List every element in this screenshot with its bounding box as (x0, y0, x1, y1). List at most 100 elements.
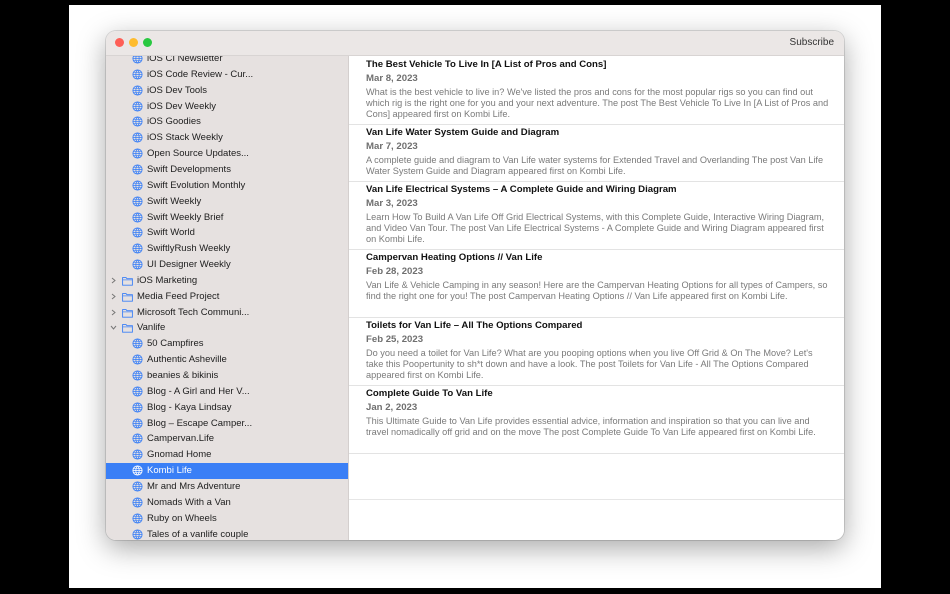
sidebar-feed-label: UI Designer Weekly (147, 259, 231, 271)
sidebar-feed-label: Swift Developments (147, 163, 231, 175)
sidebar-feed[interactable]: iOS Stack Weekly (106, 130, 348, 146)
list-divider (349, 499, 844, 500)
globe-icon (132, 417, 143, 429)
sidebar-feed[interactable]: Swift Weekly (106, 194, 348, 210)
article-summary: Van Life & Vehicle Camping in any season… (366, 280, 828, 301)
sidebar-feed-label: 50 Campfires (147, 338, 204, 350)
globe-icon (132, 481, 143, 492)
sidebar-feed[interactable]: iOS Code Review - Cur... (106, 67, 348, 83)
sidebar-feed[interactable]: Nomads With a Van (106, 495, 348, 511)
article-item[interactable]: Complete Guide To Van Life Jan 2, 2023 Thi… (349, 385, 844, 454)
article-item[interactable]: Van Life Water System Guide and Diagram M… (349, 124, 844, 182)
sidebar-feed[interactable]: iOS Goodies (106, 114, 348, 130)
article-item[interactable]: Campervan Heating Options // Van Life Feb… (349, 249, 844, 318)
chevron-right-icon[interactable] (109, 292, 118, 301)
sidebar-feed-label: Tales of a vanlife couple (147, 528, 249, 540)
sidebar-feed[interactable]: Tales of a vanlife couple (106, 527, 348, 541)
sidebar-feed-label: Swift Weekly (147, 195, 202, 207)
sidebar-folder[interactable]: Media Feed Project (106, 289, 348, 305)
close-window-button[interactable] (115, 38, 124, 47)
article-date: Mar 7, 2023 (366, 141, 418, 152)
zoom-window-button[interactable] (143, 38, 152, 47)
article-item[interactable]: The Best Vehicle To Live In [A List of P… (349, 56, 844, 125)
article-title: Van Life Water System Guide and Diagram (366, 127, 560, 138)
folder-icon (122, 308, 133, 318)
globe-icon (132, 338, 143, 349)
sidebar-folder[interactable]: Microsoft Tech Communi... (106, 305, 348, 321)
sidebar-folder-label: Vanlife (137, 322, 166, 334)
article-summary: This Ultimate Guide to Van Life provides… (366, 416, 816, 437)
globe-icon (132, 180, 143, 191)
article-date: Feb 28, 2023 (366, 266, 424, 277)
sidebar-feed[interactable]: beanies & bikinis (106, 368, 348, 384)
globe-icon (132, 354, 143, 365)
sidebar-folder-label: iOS Marketing (137, 274, 198, 286)
article-item[interactable]: Toilets for Van Life – All The Options C… (349, 317, 844, 386)
sidebar-folder[interactable]: iOS Marketing (106, 273, 348, 289)
sidebar-feed-label: iOS CI Newsletter (147, 56, 223, 64)
sidebar-feed[interactable]: iOS Dev Tools (106, 83, 348, 99)
article-date: Mar 3, 2023 (366, 198, 418, 209)
sidebar-feed[interactable]: Gnomad Home (106, 447, 348, 463)
sidebar-feed-label: Authentic Asheville (147, 354, 227, 366)
sidebar-feed[interactable]: Swift World (106, 225, 348, 241)
folder-icon (122, 292, 133, 302)
sidebar-feed-label: Swift Evolution Monthly (147, 179, 246, 191)
sidebar-feed[interactable]: Campervan.Life (106, 431, 348, 447)
sidebar-feed-label: Swift World (147, 227, 195, 239)
sidebar-feed-label: Ruby on Wheels (147, 512, 217, 524)
sidebar-feed-label: Open Source Updates... (147, 148, 249, 160)
chevron-right-icon[interactable] (109, 308, 118, 317)
sidebar-folder-label: Media Feed Project (137, 290, 220, 302)
sidebar-feed[interactable]: Swift Weekly Brief (106, 210, 348, 226)
sidebar-feed-label: SwiftlyRush Weekly (147, 243, 231, 255)
sidebar-feed[interactable]: Authentic Asheville (106, 352, 348, 368)
sidebar-feed[interactable]: iOS Dev Weekly (106, 99, 348, 115)
sidebar-feed[interactable]: 50 Campfires (106, 336, 348, 352)
sidebar-feed-label: iOS Stack Weekly (147, 132, 223, 144)
sidebar-feed[interactable]: Blog – Escape Camper... (106, 416, 348, 432)
globe-icon (132, 116, 143, 127)
sidebar-feed[interactable]: SwiftlyRush Weekly (106, 241, 348, 257)
sidebar-feed-label: Campervan.Life (147, 433, 215, 445)
article-summary: Learn How To Build A Van Life Off Grid E… (366, 212, 825, 244)
globe-icon (132, 69, 143, 80)
sidebar-feed-label: Blog – Escape Camper... (147, 417, 253, 429)
article-title: Complete Guide To Van Life (366, 388, 493, 399)
globe-icon (132, 196, 143, 207)
article-date: Jan 2, 2023 (366, 402, 418, 413)
sidebar-feed[interactable]: Open Source Updates... (106, 146, 348, 162)
title-bar: Subscribe (106, 31, 844, 56)
sidebar-feed[interactable]: Ruby on Wheels (106, 511, 348, 527)
globe-icon (132, 148, 143, 159)
sidebar-feed[interactable]: Blog - A Girl and Her V... (106, 384, 348, 400)
sidebar-feed-label: Blog - Kaya Lindsay (147, 401, 232, 413)
chevron-down-icon[interactable] (109, 323, 118, 332)
chevron-right-icon[interactable] (109, 276, 118, 285)
sidebar-feed[interactable]: Mr and Mrs Adventure (106, 479, 348, 495)
globe-icon (132, 497, 143, 508)
sidebar-feed[interactable]: UI Designer Weekly (106, 257, 348, 273)
sidebar-feed[interactable]: Swift Developments (106, 162, 348, 178)
sidebar-feed-label: Nomads With a Van (147, 496, 231, 508)
subscribe-button[interactable]: Subscribe (788, 36, 836, 49)
sidebar-feed-label: beanies & bikinis (147, 370, 219, 381)
sidebar-feed-label: iOS Dev Weekly (147, 100, 216, 112)
sidebar-feed-label: iOS Code Review - Cur... (147, 68, 254, 80)
sidebar-feed[interactable]: Swift Evolution Monthly (106, 178, 348, 194)
globe-icon (132, 100, 143, 112)
article-date: Feb 25, 2023 (366, 334, 424, 345)
minimize-window-button[interactable] (129, 38, 138, 47)
folder-icon (122, 276, 133, 286)
globe-icon (132, 433, 143, 444)
globe-icon (132, 465, 143, 476)
sidebar-feed-label: Mr and Mrs Adventure (147, 480, 241, 492)
article-item[interactable]: Van Life Electrical Systems – A Complete… (349, 181, 844, 250)
article-list: The Best Vehicle To Live In [A List of P… (349, 56, 844, 540)
sidebar-feed[interactable]: iOS CI Newsletter (106, 56, 348, 67)
sidebar-folder[interactable]: Vanlife (106, 320, 348, 336)
sidebar-folder-label: Microsoft Tech Communi... (137, 306, 250, 318)
globe-icon (132, 211, 143, 223)
sidebar-feed-selected[interactable]: Kombi Life (106, 463, 348, 480)
sidebar-feed[interactable]: Blog - Kaya Lindsay (106, 400, 348, 416)
